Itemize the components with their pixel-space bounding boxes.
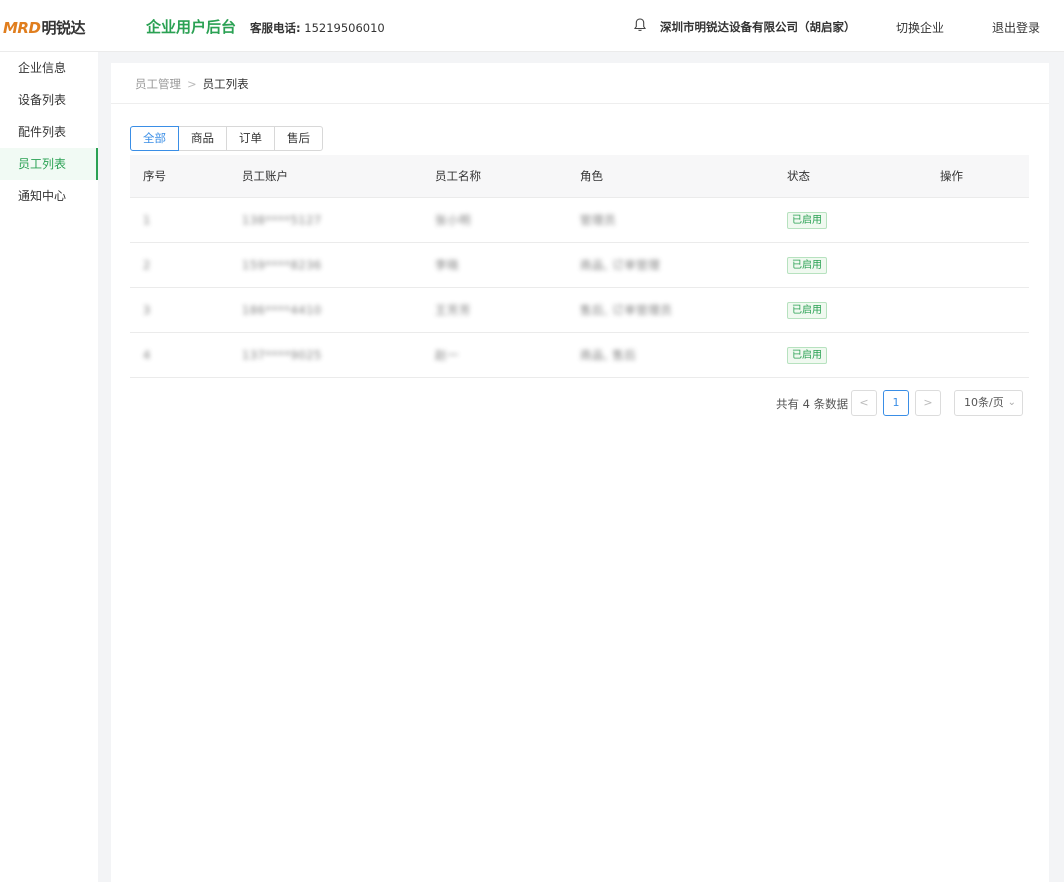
cell-role: 商品, 售后	[580, 348, 637, 362]
portal-title: 企业用户后台	[146, 18, 237, 36]
sidebar-item-enterprise-info[interactable]: 企业信息	[0, 52, 98, 84]
col-account-header: 员工账户	[242, 169, 288, 183]
breadcrumb-separator: >	[187, 77, 197, 91]
table-row: 1 138****5127 张小明 管理员 已启用	[130, 198, 1029, 243]
next-page-button[interactable]: >	[915, 390, 941, 416]
cell-account: 138****5127	[242, 213, 322, 227]
main-panel: 员工管理 > 员工列表 全部 商品 订单 售后 序号 员工账户 员工名称 角色 状态…	[111, 63, 1049, 882]
tab-all[interactable]: 全部	[130, 126, 179, 151]
tab-after-sales[interactable]: 售后	[274, 126, 323, 151]
status-badge: 已启用	[787, 346, 827, 364]
cell-name: 李晓	[435, 258, 459, 272]
logo-cn: 明锐达	[41, 19, 85, 37]
tab-goods[interactable]: 商品	[178, 126, 227, 151]
page-size-select[interactable]: 10条/页 ⌄	[954, 390, 1023, 416]
staff-table: 序号 员工账户 员工名称 角色 状态 操作 1 138****5127 张小明 …	[130, 155, 1029, 378]
col-index-header: 序号	[143, 169, 166, 183]
hotline-number: 15219506010	[304, 21, 385, 35]
col-status-header: 状态	[787, 169, 810, 183]
prev-page-button[interactable]: <	[851, 390, 877, 416]
cell-index: 4	[143, 348, 151, 362]
pagination: 共有 4 条数据 < 1 > 10条/页 ⌄	[111, 390, 1049, 416]
cell-account: 186****4410	[242, 303, 322, 317]
sidebar-item-staff-list[interactable]: 员工列表	[0, 148, 98, 180]
sidebar: 企业信息 设备列表 配件列表 员工列表 通知中心	[0, 52, 98, 212]
app-logo[interactable]: MRD明锐达	[3, 17, 85, 38]
sidebar-item-parts-list[interactable]: 配件列表	[0, 116, 98, 148]
sidebar-filler	[0, 212, 98, 882]
table-row: 2 159****8236 李晓 商品, 订单管理 已启用	[130, 243, 1029, 288]
chevron-down-icon: ⌄	[1007, 397, 1016, 408]
sidebar-item-notification-center[interactable]: 通知中心	[0, 180, 98, 212]
cell-name: 张小明	[435, 213, 471, 227]
logout-link[interactable]: 退出登录	[992, 19, 1040, 36]
total-count: 共有 4 条数据	[776, 397, 849, 411]
company-name: 深圳市明锐达设备有限公司（胡启家）	[660, 20, 856, 34]
breadcrumb-parent[interactable]: 员工管理	[135, 77, 181, 91]
divider	[111, 103, 1049, 104]
col-role-header: 角色	[580, 169, 603, 183]
table-row: 4 137****9025 赵一 商品, 售后 已启用	[130, 333, 1029, 378]
bell-icon[interactable]	[632, 17, 648, 33]
filter-tabs: 全部 商品 订单 售后	[130, 126, 323, 151]
status-badge: 已启用	[787, 301, 827, 319]
top-header: MRD明锐达 企业用户后台 客服电话: 15219506010 深圳市明锐达设备…	[0, 0, 1064, 52]
table-row: 3 186****4410 王芳芳 售后, 订单管理员 已启用	[130, 288, 1029, 333]
hotline: 客服电话: 15219506010	[250, 20, 385, 36]
cell-name: 赵一	[435, 348, 459, 362]
cell-name: 王芳芳	[435, 303, 471, 317]
col-action-header: 操作	[940, 169, 963, 183]
page-number-button[interactable]: 1	[883, 390, 909, 416]
cell-role: 售后, 订单管理员	[580, 303, 673, 317]
logo-latin: MRD	[3, 19, 41, 37]
cell-index: 3	[143, 303, 151, 317]
cell-index: 1	[143, 213, 151, 227]
sidebar-item-device-list[interactable]: 设备列表	[0, 84, 98, 116]
cell-role: 管理员	[580, 213, 616, 227]
status-badge: 已启用	[787, 211, 827, 229]
table-header: 序号 员工账户 员工名称 角色 状态 操作	[130, 155, 1029, 198]
status-badge: 已启用	[787, 256, 827, 274]
cell-account: 137****9025	[242, 348, 322, 362]
col-name-header: 员工名称	[435, 169, 481, 183]
switch-enterprise-link[interactable]: 切换企业	[896, 19, 944, 36]
breadcrumb-current: 员工列表	[202, 77, 249, 91]
cell-role: 商品, 订单管理	[580, 258, 661, 272]
cell-account: 159****8236	[242, 258, 322, 272]
cell-index: 2	[143, 258, 151, 272]
page-size-value: 10条/页	[964, 396, 1004, 409]
hotline-label: 客服电话:	[250, 21, 301, 35]
breadcrumb: 员工管理 > 员工列表	[135, 76, 249, 92]
tab-orders[interactable]: 订单	[226, 126, 275, 151]
